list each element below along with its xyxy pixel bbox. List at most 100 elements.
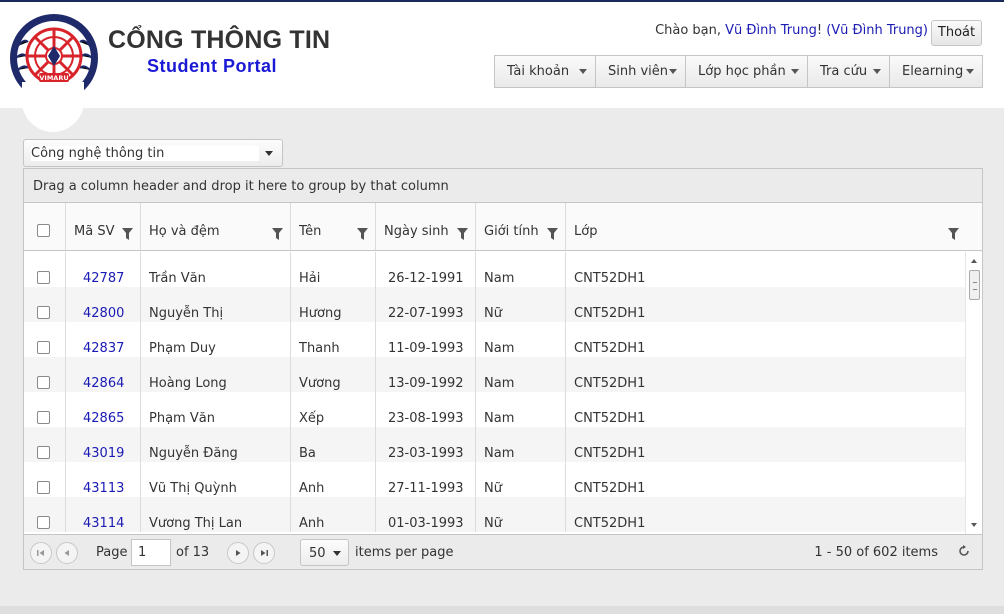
row-checkbox[interactable] [37, 516, 50, 529]
cell-class: CNT52DH1 [565, 497, 965, 532]
scroll-thumb[interactable] [969, 270, 980, 300]
scroll-down-icon[interactable] [971, 523, 977, 527]
page-label: Page [96, 545, 128, 560]
student-id-link[interactable]: 43113 [83, 481, 124, 496]
table-row[interactable]: 42787 Trần Văn Hải 26-12-1991 Nam CNT52D… [24, 252, 965, 287]
portal-subtitle: Student Portal [147, 56, 278, 76]
footer-strip [0, 606, 1004, 614]
user-name-link[interactable]: Vũ Đình Trung [725, 23, 817, 38]
student-id-link[interactable]: 43019 [83, 446, 124, 461]
student-id-link[interactable]: 42864 [83, 376, 124, 391]
row-checkbox[interactable] [37, 411, 50, 424]
table-row[interactable]: 42864 Hoàng Long Vương 13-09-1992 Nam CN… [24, 357, 965, 392]
grid-header: Mã SV Họ và đệm Tên Ngày sinh Giới tính … [24, 203, 982, 251]
table-row[interactable]: 42865 Phạm Văn Xếp 23-08-1993 Nam CNT52D… [24, 392, 965, 427]
cell-first-name: Ba [290, 427, 375, 462]
cell-class: CNT52DH1 [565, 287, 965, 322]
cell-class: CNT52DH1 [565, 392, 965, 427]
header-class[interactable]: Lớp [565, 203, 966, 250]
faculty-select-value: Công nghệ thông tin [31, 146, 259, 161]
cell-last-name: Nguyễn Đăng [140, 427, 290, 462]
student-id-link[interactable]: 42800 [83, 306, 124, 321]
filter-icon[interactable] [272, 228, 283, 240]
row-checkbox[interactable] [37, 376, 50, 389]
pager-info: 1 - 50 of 602 items [814, 545, 938, 560]
chevron-down-icon [966, 69, 974, 74]
scroll-up-icon[interactable] [971, 259, 977, 263]
header-gender[interactable]: Giới tính [475, 203, 565, 250]
filter-icon[interactable] [457, 228, 468, 240]
table-row[interactable]: 42800 Nguyễn Thị Hương 22-07-1993 Nữ CNT… [24, 287, 965, 322]
group-drop-area[interactable]: Drag a column header and drop it here to… [24, 169, 982, 203]
row-checkbox[interactable] [37, 481, 50, 494]
student-id-link[interactable]: 42837 [83, 341, 124, 356]
grid-scrollbar[interactable] [965, 252, 982, 534]
table-row[interactable]: 43019 Nguyễn Đăng Ba 23-03-1993 Nam CNT5… [24, 427, 965, 462]
table-row[interactable]: 43114 Vương Thị Lan Anh 01-03-1993 Nữ CN… [24, 497, 965, 532]
student-id-link[interactable]: 42787 [83, 271, 124, 286]
refresh-icon[interactable] [958, 545, 970, 557]
next-page-icon [236, 550, 241, 556]
student-id-link[interactable]: 42865 [83, 411, 124, 426]
cell-gender: Nữ [475, 287, 565, 322]
main-menu: Tài khoản Sinh viên Lớp học phần Tra cứu… [494, 55, 983, 88]
chevron-down-icon [669, 69, 677, 74]
header-first-name[interactable]: Tên [290, 203, 375, 250]
chevron-down-icon [579, 69, 587, 74]
page-size-label: items per page [355, 545, 454, 560]
first-page-button[interactable] [30, 542, 52, 564]
cell-first-name: Hải [290, 252, 375, 287]
next-page-button[interactable] [227, 542, 249, 564]
page-number-input[interactable]: 1 [131, 539, 171, 566]
cell-gender: Nữ [475, 462, 565, 497]
table-row[interactable]: 43113 Vũ Thị Quỳnh Anh 27-11-1993 Nữ CNT… [24, 462, 965, 497]
cell-class: CNT52DH1 [565, 252, 965, 287]
logout-button[interactable]: Thoát [931, 20, 982, 46]
cell-gender: Nam [475, 252, 565, 287]
menu-course-section[interactable]: Lớp học phần [686, 56, 808, 87]
cell-first-name: Hương [290, 287, 375, 322]
row-checkbox[interactable] [37, 446, 50, 459]
cell-gender: Nam [475, 357, 565, 392]
cell-first-name: Anh [290, 462, 375, 497]
cell-first-name: Xếp [290, 392, 375, 427]
cell-last-name: Trần Văn [140, 252, 290, 287]
table-row[interactable]: 42837 Phạm Duy Thanh 11-09-1993 Nam CNT5… [24, 322, 965, 357]
chevron-down-icon [791, 69, 799, 74]
cell-last-name: Vũ Thị Quỳnh [140, 462, 290, 497]
select-all-checkbox[interactable] [37, 224, 50, 237]
header-select-all [24, 203, 65, 250]
header-birth-date[interactable]: Ngày sinh [375, 203, 475, 250]
cell-last-name: Phạm Văn [140, 392, 290, 427]
chevron-down-icon [333, 551, 341, 556]
prev-page-button[interactable] [56, 542, 78, 564]
cell-class: CNT52DH1 [565, 462, 965, 497]
cell-last-name: Phạm Duy [140, 322, 290, 357]
cell-class: CNT52DH1 [565, 357, 965, 392]
cell-last-name: Vương Thị Lan [140, 497, 290, 532]
filter-icon[interactable] [122, 228, 133, 240]
menu-lookup[interactable]: Tra cứu [808, 56, 890, 87]
cell-first-name: Thanh [290, 322, 375, 357]
filter-icon[interactable] [948, 228, 959, 240]
row-checkbox[interactable] [37, 271, 50, 284]
last-page-icon [261, 550, 268, 556]
page-header: VIMARU CỔNG THÔNG TIN Student Portal Chà… [0, 2, 1004, 108]
svg-text:VIMARU: VIMARU [39, 74, 68, 82]
student-id-link[interactable]: 43114 [83, 516, 124, 531]
menu-account[interactable]: Tài khoản [495, 56, 596, 87]
cell-birth-date: 23-08-1993 [375, 392, 475, 427]
header-student-id[interactable]: Mã SV [65, 203, 140, 250]
page-size-select[interactable]: 50 [300, 539, 349, 566]
row-checkbox[interactable] [37, 306, 50, 319]
filter-icon[interactable] [357, 228, 368, 240]
menu-student[interactable]: Sinh viên [596, 56, 686, 87]
row-checkbox[interactable] [37, 341, 50, 354]
cell-first-name: Anh [290, 497, 375, 532]
cell-class: CNT52DH1 [565, 322, 965, 357]
filter-icon[interactable] [547, 228, 558, 240]
menu-elearning[interactable]: Elearning [890, 56, 982, 87]
header-last-name[interactable]: Họ và đệm [140, 203, 290, 250]
faculty-select[interactable]: Công nghệ thông tin [23, 139, 283, 167]
last-page-button[interactable] [253, 542, 275, 564]
